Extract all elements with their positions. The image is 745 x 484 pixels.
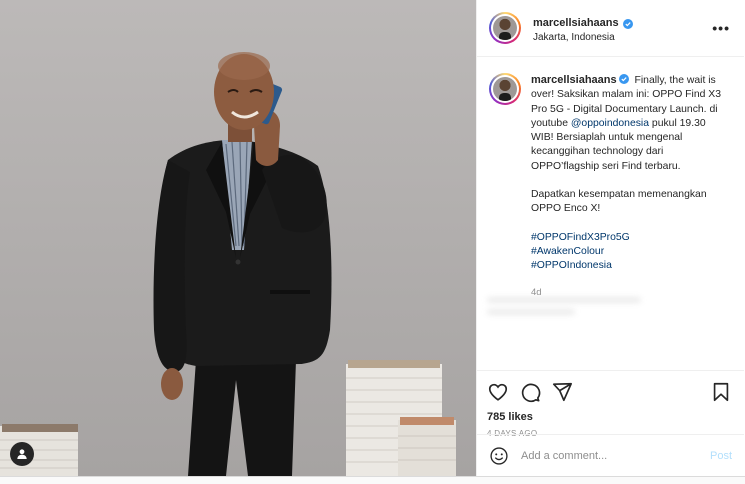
- comments-area[interactable]: marcellsiahaans Finally, the wait is ove…: [477, 57, 744, 370]
- page-bottom-edge: [0, 476, 745, 484]
- post-header: marcellsiahaans Jakarta, Indonesia •••: [477, 0, 744, 57]
- add-comment-bar: Post: [477, 434, 744, 476]
- post-side-panel: marcellsiahaans Jakarta, Indonesia ••• m…: [476, 0, 744, 476]
- caption-username[interactable]: marcellsiahaans: [531, 74, 617, 86]
- user-tag-button[interactable]: [10, 442, 34, 466]
- verified-badge-icon: [618, 74, 629, 84]
- comment-input[interactable]: [521, 449, 710, 462]
- hashtag-link[interactable]: #OPPOIndonesia: [531, 259, 729, 273]
- photo-illustration: [0, 0, 476, 476]
- heart-icon[interactable]: [487, 381, 509, 403]
- post-photo[interactable]: [0, 0, 476, 476]
- mention-link[interactable]: @oppoindonesia: [571, 118, 649, 129]
- location-link[interactable]: Jakarta, Indonesia: [533, 32, 633, 45]
- caption-avatar[interactable]: [489, 73, 521, 105]
- magazine-stack-right: [346, 360, 456, 476]
- comment-icon[interactable]: [519, 381, 541, 403]
- avatar[interactable]: [489, 12, 521, 44]
- instagram-post: marcellsiahaans Jakarta, Indonesia ••• m…: [0, 0, 745, 484]
- header-username-label[interactable]: marcellsiahaans: [533, 17, 619, 31]
- post-comment-button[interactable]: Post: [710, 450, 732, 462]
- action-icon-row: [487, 377, 734, 407]
- emoji-icon[interactable]: [489, 446, 509, 466]
- header-username[interactable]: marcellsiahaans: [533, 17, 633, 31]
- more-options-button[interactable]: •••: [712, 20, 730, 36]
- caption-text: marcellsiahaans Finally, the wait is ove…: [531, 73, 729, 300]
- caption-body-3: Dapatkan kesempatan memenangkan OPPO Enc…: [531, 189, 707, 215]
- loading-comment-placeholder: [487, 297, 707, 323]
- verified-badge-icon: [622, 18, 633, 29]
- paper-plane-icon[interactable]: [551, 381, 573, 403]
- user-tag-icon: [17, 449, 27, 459]
- bookmark-icon[interactable]: [710, 381, 732, 403]
- caption-row: marcellsiahaans Finally, the wait is ove…: [489, 73, 732, 300]
- hashtag-link[interactable]: #OPPOFindX3Pro5G: [531, 231, 729, 245]
- hashtag-link[interactable]: #AwakenColour: [531, 245, 729, 259]
- likes-count[interactable]: 785 likes: [487, 411, 734, 423]
